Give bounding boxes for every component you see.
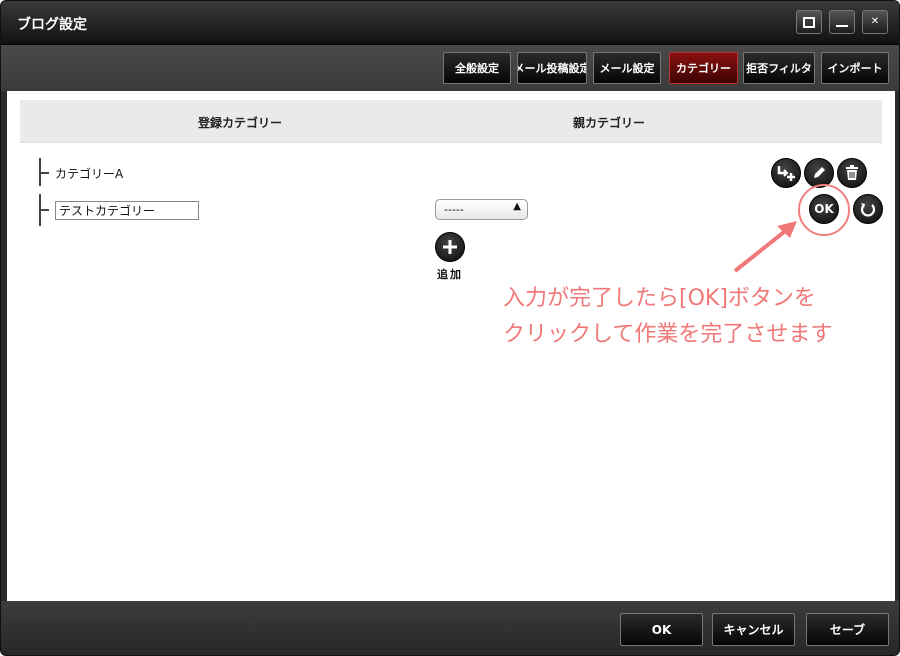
pencil-icon — [814, 167, 825, 178]
tree-branch — [39, 209, 49, 211]
add-child-icon — [777, 166, 795, 181]
category-panel: 登録カテゴリー 親カテゴリー カテゴリーA テストカテゴリー ----- ▲ O… — [7, 91, 895, 601]
tab-mail-post[interactable]: メール投稿設定 — [517, 52, 587, 84]
select-arrow-icon: ▲ — [513, 201, 521, 212]
add-child-button[interactable] — [771, 158, 801, 188]
close-button[interactable]: ✕ — [862, 10, 888, 34]
undo-icon — [860, 203, 876, 217]
blog-settings-window: ブログ設定 ✕ 全般設定 メール投稿設定 メール設定 カテゴリー 拒否フィルタ … — [0, 0, 900, 656]
category-name: カテゴリーA — [55, 167, 124, 181]
close-icon: ✕ — [870, 16, 880, 27]
annotation-line-1: 入力が完了したら[OK]ボタンを — [503, 286, 816, 311]
plus-icon — [443, 240, 457, 254]
delete-button[interactable] — [837, 158, 867, 188]
tab-import[interactable]: インポート — [821, 52, 889, 84]
revert-button[interactable] — [853, 194, 883, 224]
col-registered-category: 登録カテゴリー — [198, 116, 283, 130]
tab-general[interactable]: 全般設定 — [443, 52, 511, 84]
add-category-button[interactable] — [435, 232, 465, 262]
footer-bar: OK キャンセル セーブ — [1, 601, 899, 655]
parent-category-select[interactable]: ----- ▲ — [435, 199, 528, 220]
category-name-input[interactable] — [55, 201, 199, 220]
tree-branch — [39, 172, 49, 174]
annotation-arrow — [733, 221, 797, 273]
col-parent-category: 親カテゴリー — [573, 116, 646, 130]
cancel-button[interactable]: キャンセル — [712, 613, 795, 646]
annotation-line-2: クリックして作業を完了させます — [503, 322, 833, 347]
minimize-button[interactable] — [829, 10, 855, 34]
parent-category-value: ----- — [444, 203, 464, 216]
table-header: 登録カテゴリー 親カテゴリー — [20, 100, 882, 143]
tab-bar: 全般設定 メール投稿設定 メール設定 カテゴリー 拒否フィルタ インポート — [1, 45, 899, 91]
tab-mail-settings[interactable]: メール設定 — [593, 52, 661, 84]
add-label: 追加 — [437, 268, 463, 281]
minimize-icon — [836, 25, 848, 27]
titlebar: ブログ設定 ✕ — [1, 1, 899, 45]
maximize-button[interactable] — [796, 10, 822, 34]
window-title: ブログ設定 — [17, 17, 87, 33]
save-button[interactable]: セーブ — [806, 613, 889, 646]
maximize-icon — [803, 16, 815, 28]
footer-ok-button[interactable]: OK — [620, 613, 703, 646]
trash-icon — [846, 165, 858, 180]
tab-category[interactable]: カテゴリー — [669, 52, 738, 84]
tab-reject-filter[interactable]: 拒否フィルタ — [743, 52, 815, 84]
